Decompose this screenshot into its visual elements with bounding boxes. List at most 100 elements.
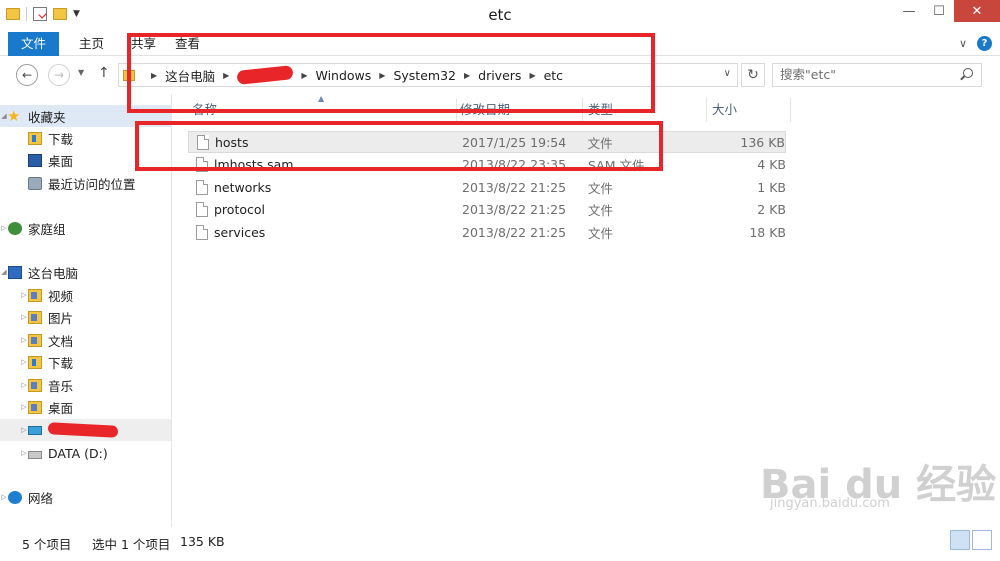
folder-icon xyxy=(123,69,135,81)
expand-arrow-icon[interactable]: ▷ xyxy=(20,381,28,389)
file-size: 18 KB xyxy=(749,224,786,240)
breadcrumb-etc[interactable]: etc xyxy=(544,68,563,83)
file-name: lmhosts.sam xyxy=(214,156,294,172)
sidebar-item-downloads[interactable]: 下载 xyxy=(0,127,171,149)
window-title: etc xyxy=(488,6,512,24)
sidebar-item-recent-places[interactable]: 最近访问的位置 xyxy=(0,172,171,194)
expand-arrow-icon[interactable]: ▷ xyxy=(0,224,8,232)
file-type: 文件 xyxy=(587,135,613,151)
sidebar-item-desktop[interactable]: 桌面 xyxy=(0,149,171,171)
column-header-name[interactable]: 名称 xyxy=(192,98,217,122)
windows-drive-icon xyxy=(28,425,42,435)
file-row-lmhosts[interactable]: lmhosts.sam 2013/8/22 23:35 SAM 文件 4 KB xyxy=(188,153,786,175)
redacted-drive-crumb xyxy=(236,65,294,85)
breadcrumb-arrow-icon[interactable]: ▶ xyxy=(301,71,307,80)
column-divider[interactable] xyxy=(790,98,791,122)
search-icon[interactable] xyxy=(963,68,973,78)
file-type: 文件 xyxy=(588,180,614,196)
close-button[interactable]: ✕ xyxy=(954,0,1000,22)
sidebar-item-drive-d[interactable]: ▷ DATA (D:) xyxy=(0,442,171,464)
sidebar-item-desktop-pc[interactable]: ▷ 桌面 xyxy=(0,396,171,418)
sidebar-item-label: 网络 xyxy=(28,490,54,506)
refresh-button[interactable]: ↻ xyxy=(741,63,765,87)
expand-arrow-icon[interactable]: ▷ xyxy=(20,313,28,321)
sidebar-item-downloads-pc[interactable]: ▷ 下载 xyxy=(0,351,171,373)
file-size: 1 KB xyxy=(757,179,786,195)
documents-folder-icon xyxy=(28,333,42,347)
expand-arrow-icon[interactable]: ▷ xyxy=(20,291,28,299)
sidebar-item-label: 下载 xyxy=(48,131,74,147)
file-size: 2 KB xyxy=(757,201,786,217)
breadcrumb-this-pc[interactable]: 这台电脑 xyxy=(165,66,215,85)
forward-button[interactable]: → xyxy=(48,64,70,86)
expand-arrow-icon[interactable]: ▷ xyxy=(20,336,28,344)
breadcrumb-arrow-icon[interactable]: ▶ xyxy=(464,71,470,80)
desktop-folder-icon xyxy=(28,400,42,414)
tab-file[interactable]: 文件 xyxy=(8,32,60,56)
collapse-arrow-icon[interactable]: ◢ xyxy=(0,268,8,276)
file-type: 文件 xyxy=(588,225,614,241)
sidebar-item-label: 这台电脑 xyxy=(28,265,79,281)
tab-view[interactable]: 查看 xyxy=(162,32,213,56)
expand-arrow-icon[interactable]: ▷ xyxy=(20,358,28,366)
file-date: 2017/1/25 19:54 xyxy=(462,134,567,150)
file-name: networks xyxy=(214,179,272,195)
breadcrumb-windows[interactable]: Windows xyxy=(315,68,371,83)
column-header-type[interactable]: 类型 xyxy=(588,98,613,122)
column-header-size[interactable]: 大小 xyxy=(712,98,737,122)
file-row-services[interactable]: services 2013/8/22 21:25 文件 18 KB xyxy=(188,221,786,243)
sidebar-item-network[interactable]: ▷ 网络 xyxy=(0,486,171,508)
sidebar-item-label: 家庭组 xyxy=(28,221,66,237)
sidebar-item-favorites[interactable]: ◢ 收藏夹 xyxy=(0,105,171,127)
maximize-button[interactable]: ☐ xyxy=(924,0,954,22)
downloads-folder-icon xyxy=(28,355,42,369)
up-button[interactable]: ↑ xyxy=(98,65,110,81)
back-button[interactable]: ← xyxy=(16,64,38,86)
expand-arrow-icon[interactable]: ▷ xyxy=(20,426,28,434)
recent-locations-chevron-icon[interactable]: ▼ xyxy=(78,68,84,77)
expand-arrow-icon[interactable]: ▷ xyxy=(20,449,28,457)
address-bar[interactable]: ▶ 这台电脑 ▶ ▶ Windows ▶ System32 ▶ drivers … xyxy=(118,63,738,87)
sidebar-item-label: DATA (D:) xyxy=(48,445,108,461)
sidebar-item-label: 桌面 xyxy=(48,153,74,169)
tab-home[interactable]: 主页 xyxy=(66,32,117,56)
sidebar-item-label: 最近访问的位置 xyxy=(48,176,136,192)
sidebar-item-videos[interactable]: ▷ 视频 xyxy=(0,284,171,306)
breadcrumb-arrow-icon[interactable]: ▶ xyxy=(223,71,229,80)
column-divider[interactable] xyxy=(456,98,457,122)
file-row-hosts[interactable]: hosts 2017/1/25 19:54 文件 136 KB xyxy=(188,131,786,153)
column-divider[interactable] xyxy=(582,98,583,122)
sidebar-item-music[interactable]: ▷ 音乐 xyxy=(0,374,171,396)
column-header-date[interactable]: 修改日期 xyxy=(460,98,510,122)
breadcrumb-drivers[interactable]: drivers xyxy=(478,68,521,83)
sidebar-item-label: 下载 xyxy=(48,355,74,371)
file-row-networks[interactable]: networks 2013/8/22 21:25 文件 1 KB xyxy=(188,176,786,198)
file-row-protocol[interactable]: protocol 2013/8/22 21:25 文件 2 KB xyxy=(188,198,786,220)
large-icons-view-button[interactable] xyxy=(972,530,992,550)
file-date: 2013/8/22 23:35 xyxy=(462,156,567,172)
help-icon[interactable]: ? xyxy=(977,36,992,51)
breadcrumb-arrow-icon[interactable]: ▶ xyxy=(529,71,535,80)
file-date: 2013/8/22 21:25 xyxy=(462,179,567,195)
redacted-drive-label xyxy=(47,422,119,438)
breadcrumb-arrow-icon[interactable]: ▶ xyxy=(151,71,157,80)
sidebar-item-this-pc[interactable]: ◢ 这台电脑 xyxy=(0,261,171,283)
sidebar-item-label: 视频 xyxy=(48,288,74,304)
breadcrumb-system32[interactable]: System32 xyxy=(393,68,456,83)
expand-arrow-icon[interactable]: ▷ xyxy=(20,403,28,411)
column-divider[interactable] xyxy=(706,98,707,122)
details-view-button[interactable] xyxy=(950,530,970,550)
search-input[interactable]: 搜索"etc" xyxy=(772,63,982,87)
expand-arrow-icon[interactable]: ▷ xyxy=(0,493,8,501)
minimize-button[interactable]: — xyxy=(894,0,924,22)
computer-icon xyxy=(8,265,22,279)
expand-ribbon-chevron-icon[interactable]: ∨ xyxy=(959,37,967,50)
view-switcher xyxy=(950,530,992,550)
sidebar-item-label: 文档 xyxy=(48,333,74,349)
sidebar-item-pictures[interactable]: ▷ 图片 xyxy=(0,306,171,328)
sidebar-item-system-drive[interactable]: ▷ xyxy=(0,419,171,441)
address-dropdown-chevron-icon[interactable]: ∨ xyxy=(724,68,731,79)
breadcrumb-arrow-icon[interactable]: ▶ xyxy=(379,71,385,80)
sidebar-item-homegroup[interactable]: ▷ 家庭组 xyxy=(0,217,171,239)
sidebar-item-documents[interactable]: ▷ 文档 xyxy=(0,329,171,351)
